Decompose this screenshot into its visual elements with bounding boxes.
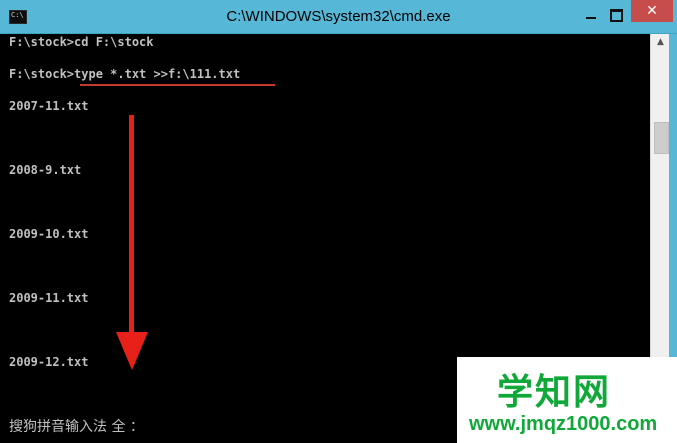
console-line: 2009-10.txt	[9, 227, 89, 241]
watermark-title: 学知网	[497, 372, 612, 413]
command-underline-annotation	[80, 84, 275, 86]
console-line: F:\stock>type *.txt >>f:\111.txt	[9, 67, 241, 81]
down-arrow-head-icon	[116, 332, 148, 370]
title-bar[interactable]: C:\ C:\WINDOWS\system32\cmd.exe ✕	[0, 0, 677, 34]
console-line: 2007-11.txt	[9, 99, 89, 113]
cmd-window: C:\ C:\WINDOWS\system32\cmd.exe ✕ F:\sto…	[0, 0, 677, 443]
minimize-button[interactable]	[580, 5, 602, 25]
down-arrow-annotation	[129, 115, 134, 335]
ime-status-bar: 搜狗拼音输入法 全 ：	[9, 419, 144, 435]
console-line: F:\stock>cd F:\stock	[9, 35, 154, 49]
minimize-icon	[586, 17, 596, 19]
maximize-icon	[610, 9, 623, 22]
console-line: 2008-9.txt	[9, 163, 82, 177]
close-button[interactable]: ✕	[631, 0, 673, 22]
maximize-button[interactable]	[605, 5, 627, 25]
console-line: 2009-11.txt	[9, 291, 89, 305]
window-title: C:\WINDOWS\system32\cmd.exe	[226, 8, 451, 25]
close-icon: ✕	[646, 3, 658, 19]
scroll-up-icon[interactable]: ▲	[651, 34, 670, 51]
scroll-thumb[interactable]	[654, 122, 669, 154]
console-line: 2009-12.txt	[9, 355, 89, 369]
watermark: 学知网 www.jmqz1000.com	[457, 357, 677, 443]
watermark-url: www.jmqz1000.com	[469, 413, 658, 435]
